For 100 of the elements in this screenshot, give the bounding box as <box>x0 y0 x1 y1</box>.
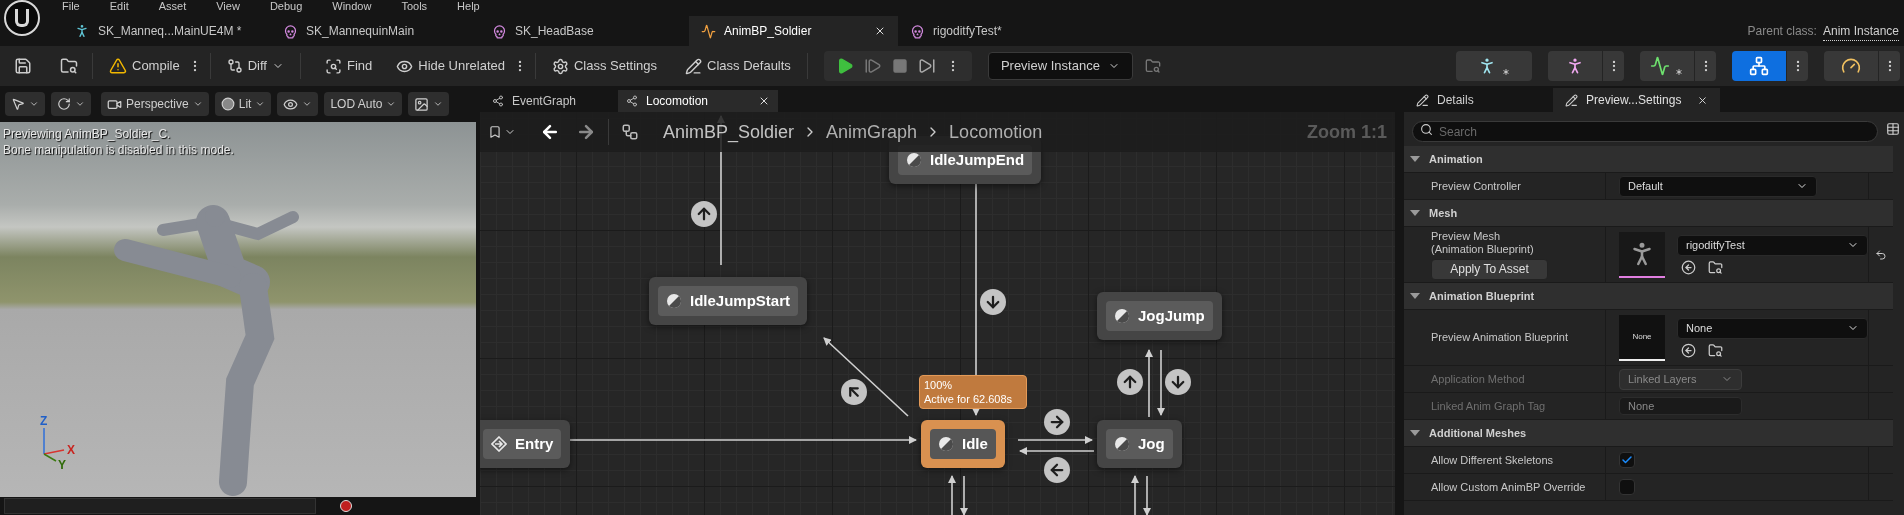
mesh-thumbnail[interactable] <box>1619 231 1665 278</box>
state-node[interactable]: Idle <box>921 420 1005 468</box>
timeline-field[interactable] <box>4 498 316 514</box>
close-icon[interactable] <box>758 95 770 107</box>
panel-tab[interactable]: Details <box>1404 88 1529 112</box>
document-tab[interactable]: rigoditfyTest* <box>898 16 1107 46</box>
mode-button[interactable] <box>1732 51 1786 81</box>
dropdown[interactable]: Default <box>1619 175 1817 197</box>
section-header[interactable]: Animation <box>1404 146 1893 173</box>
dropdown[interactable]: None <box>1677 317 1868 339</box>
caret-icon <box>255 99 266 109</box>
axis-gizmo: Z X Y <box>36 414 80 470</box>
search-field[interactable]: Search <box>1412 121 1878 142</box>
caret-icon <box>75 99 85 109</box>
apply-button[interactable]: Apply To Asset <box>1431 258 1548 280</box>
bookmark-button[interactable] <box>488 125 516 139</box>
browse-icon[interactable] <box>1708 342 1723 358</box>
transition-line <box>1157 349 1165 416</box>
section-header[interactable]: Mesh <box>1404 200 1893 227</box>
transform-button[interactable] <box>51 92 91 116</box>
state-node[interactable]: JogJump <box>1097 292 1222 340</box>
lod-button[interactable]: LOD Auto <box>324 92 403 116</box>
node-graph-icon <box>1749 56 1769 76</box>
show-button[interactable] <box>277 92 319 116</box>
panel-tab[interactable]: Preview...Settings <box>1553 88 1721 112</box>
graph-canvas[interactable]: IdleJumpEnd IdleJumpStart JogJump Entry 100% Active for 62.608s Idle Jog AnimBP_Soldier AnimGraph Locomotion Zoom 1:1 <box>480 112 1395 515</box>
state-node[interactable]: Jog <box>1097 420 1182 468</box>
document-tab[interactable]: SK_MannequinMain <box>271 16 480 46</box>
property-label: Preview Controller <box>1431 178 1521 194</box>
menu-item[interactable]: Help <box>457 0 480 12</box>
caret-icon <box>192 99 203 109</box>
menu-item[interactable]: View <box>216 0 240 12</box>
forward-arrow-icon[interactable] <box>576 122 596 142</box>
breadcrumb-link[interactable]: AnimBP_Soldier <box>663 118 795 146</box>
menu-item[interactable]: Window <box>332 0 372 12</box>
folder-search-icon <box>60 57 78 75</box>
skull-icon <box>492 23 507 39</box>
warning-icon <box>109 57 127 75</box>
mode-button[interactable] <box>1824 51 1878 81</box>
property-label: Preview Animation Blueprint <box>1431 331 1568 344</box>
document-tab[interactable]: AnimBP_Soldier <box>689 16 898 46</box>
node-label: Jog <box>1138 433 1165 454</box>
section-header[interactable]: Additional Meshes <box>1404 420 1893 447</box>
view-mode-button[interactable]: Perspective <box>101 92 209 116</box>
find-button[interactable]: Find <box>316 51 381 81</box>
mode-button[interactable] <box>1548 51 1602 81</box>
preview-instance-dropdown[interactable]: Preview Instance <box>987 52 1133 80</box>
viewport-message: Bone manipulation is disabled in this mode. <box>3 142 234 158</box>
image-button[interactable] <box>408 92 450 116</box>
hide-unrelated-button[interactable]: Hide Unrelated <box>388 51 513 81</box>
parent-class-link[interactable]: Anim Instance <box>1822 21 1899 41</box>
menu-item[interactable]: File <box>62 0 80 12</box>
browse-icon[interactable] <box>1708 259 1723 275</box>
section-header[interactable]: Animation Blueprint <box>1404 283 1893 310</box>
asset-thumbnail[interactable]: None <box>1619 314 1665 361</box>
class-settings-button[interactable]: Class Settings <box>543 51 666 81</box>
document-tab[interactable]: SK_HeadBase <box>480 16 689 46</box>
transition-line <box>1131 475 1139 515</box>
pointer-icon <box>11 97 25 111</box>
menu-item[interactable]: Edit <box>109 0 129 12</box>
expand-triangle-icon <box>1410 210 1420 216</box>
checkbox[interactable] <box>1619 479 1635 495</box>
mode-button[interactable] <box>1640 51 1694 81</box>
stop-icon[interactable] <box>891 58 908 74</box>
class-defaults-button[interactable]: Class Defaults <box>677 51 799 81</box>
mode-button[interactable] <box>1456 51 1532 81</box>
table-view-icon[interactable] <box>1886 122 1900 136</box>
close-icon[interactable] <box>874 25 886 37</box>
diff-button[interactable]: Diff <box>218 51 292 81</box>
state-node[interactable]: IdleJumpStart <box>649 277 808 325</box>
property-label: Preview Mesh <box>1431 229 1502 243</box>
logo-icon[interactable] <box>4 0 40 36</box>
step-icon[interactable] <box>863 57 882 75</box>
transition-line <box>1145 349 1153 418</box>
reset-icon[interactable] <box>1875 248 1887 261</box>
graph-tab[interactable]: EventGraph <box>484 90 614 112</box>
select-mode-button[interactable] <box>5 92 45 116</box>
image-icon <box>414 96 430 112</box>
dropdown[interactable]: rigoditfyTest <box>1677 234 1868 256</box>
property-label: Application Method <box>1431 371 1525 387</box>
menu-item[interactable]: Asset <box>158 0 187 12</box>
menu-item[interactable]: Debug <box>269 0 303 12</box>
state-node[interactable]: Entry <box>480 420 571 468</box>
close-icon[interactable] <box>1697 94 1709 106</box>
checkbox[interactable] <box>1619 452 1635 468</box>
menu-item[interactable]: Tools <box>401 0 428 12</box>
use-selected-icon[interactable] <box>1681 259 1696 275</box>
asterisk-icon <box>1501 67 1511 77</box>
lighting-button[interactable]: Lit <box>214 92 272 116</box>
back-arrow-icon[interactable] <box>540 122 560 142</box>
details-icon <box>1565 93 1578 107</box>
folder-search-icon[interactable] <box>1144 58 1161 74</box>
graph-tab[interactable]: Locomotion <box>618 90 778 112</box>
node-label: IdleJumpEnd <box>930 149 1025 170</box>
record-icon[interactable] <box>340 500 352 512</box>
document-tab[interactable]: SK_Manneq...MainUE4M * <box>62 16 271 46</box>
caret-icon <box>433 99 444 109</box>
bookmark-icon <box>488 125 502 139</box>
use-selected-icon[interactable] <box>1681 342 1696 358</box>
compile-button[interactable]: Compile <box>101 51 188 81</box>
